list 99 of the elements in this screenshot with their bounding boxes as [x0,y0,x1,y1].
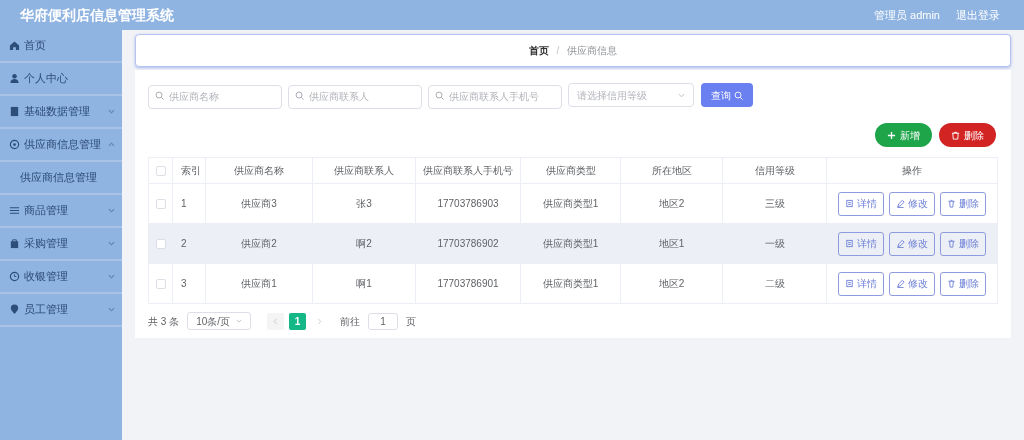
edit-button[interactable]: 修改 [889,191,935,216]
chevron-icon [236,319,243,323]
breadcrumb-separator: / [556,44,560,58]
search-field[interactable]: 供应商联系人 [288,84,422,109]
book-icon [9,106,20,117]
plus-icon [887,130,896,140]
search-field[interactable]: 供应商名称 [148,84,282,109]
previous-page-button[interactable] [267,312,285,330]
sidebar-item[interactable]: 首页 [0,30,122,63]
circle-icon [9,139,20,150]
table-row[interactable]: 3 供应商1 啊1 17703786901 供应商类型1 地区2 二级 详情 修改 删除 [148,263,998,304]
page-input[interactable]: 1 [368,312,399,330]
column-header: 所在地区 [620,157,723,184]
page-button[interactable]: 1 [289,312,307,330]
delete-button[interactable]: 删除 [939,123,996,147]
document-icon [845,239,854,248]
page-size-select[interactable]: 10条/页 [187,312,252,330]
trash-icon [947,239,956,248]
table-cell: 供应商3 [205,183,313,224]
sidebar-item[interactable]: 采购管理 [0,228,122,261]
delete-button[interactable]: 删除 [940,231,986,256]
table-cell: 3 [172,263,206,304]
table-cell: 供应商2 [205,223,313,264]
sidebar-subitem[interactable]: 供应商信息管理 [0,162,122,195]
chevron-icon [678,92,685,98]
table-cell: 地区1 [620,223,723,264]
document-icon [845,199,854,208]
table-cell: 2 [172,223,206,264]
page-suffix: 页 [406,314,417,329]
column-header: 信用等级 [722,157,827,184]
pencil-icon [896,279,905,288]
checkbox[interactable] [155,279,166,290]
delete-button[interactable]: 删除 [940,271,986,296]
table-cell: 供应商类型1 [520,223,621,264]
table-cell: 供应商类型1 [520,183,621,224]
bag-icon [9,238,20,249]
add-button[interactable]: 新增 [875,123,932,147]
user-label: 管理员 admin [873,7,940,23]
table-cell: 地区2 [620,183,723,224]
table-cell: 1 [172,183,206,224]
column-header: 操作 [826,157,998,184]
checkbox[interactable] [155,166,166,177]
sidebar-item[interactable]: 收银管理 [0,261,122,294]
table-row[interactable]: 2 供应商2 啊2 17703786902 供应商类型1 地区1 一级 详情 修改 删除 [148,223,998,264]
details-button[interactable]: 详情 [838,191,884,216]
chevron-left-icon [273,317,279,325]
edit-button[interactable]: 修改 [889,271,935,296]
goto-label: 前往 [340,314,361,329]
column-header: 供应商联系人 [312,157,416,184]
total-count: 共 3 条 [148,314,180,329]
search-icon [155,91,164,100]
column-header: 供应商类型 [520,157,621,184]
table-cell: 三级 [722,183,827,224]
column-header: 供应商名称 [205,157,313,184]
trash-icon [947,199,956,208]
sidebar-item[interactable]: 基础数据管理 [0,96,122,129]
details-button[interactable]: 详情 [838,231,884,256]
table-cell: 供应商类型1 [520,263,621,304]
sidebar-item[interactable]: 员工管理 [0,294,122,327]
delete-button[interactable]: 删除 [940,191,986,216]
sidebar-item[interactable]: 供应商信息管理 [0,129,122,162]
search-icon [435,91,444,100]
search-button[interactable]: 查询 [701,83,753,107]
table-row[interactable]: 1 供应商3 张3 17703786903 供应商类型1 地区2 三级 详情 修改 删除 [148,183,998,224]
details-button[interactable]: 详情 [838,271,884,296]
edit-button[interactable]: 修改 [889,231,935,256]
user-icon [9,73,20,84]
column-header: 供应商联系人手机号 [415,157,521,184]
search-icon [295,91,304,100]
pin-icon [9,304,20,315]
table-cell: 17703786903 [415,183,521,224]
table-cell: 张3 [312,183,416,224]
column-header: 索引 [172,157,206,184]
pencil-icon [896,199,905,208]
app-title: 华府便利店信息管理系统 [20,5,174,25]
document-icon [845,279,854,288]
search-field[interactable]: 供应商联系人手机号 [428,84,562,109]
table-cell: 17703786902 [415,223,521,264]
menu-icon [9,205,20,216]
sidebar-item[interactable]: 个人中心 [0,63,122,96]
trash-icon [951,130,960,140]
pencil-icon [896,239,905,248]
table-cell: 17703786901 [415,263,521,304]
table-cell: 二级 [722,263,827,304]
table-cell: 地区2 [620,263,723,304]
checkbox[interactable] [155,199,166,210]
clock-icon [9,271,20,282]
breadcrumb-item[interactable]: 首页 [528,43,549,58]
table-cell: 啊1 [312,263,416,304]
table-cell: 一级 [722,223,827,264]
table-cell: 啊2 [312,223,416,264]
checkbox[interactable] [155,239,166,250]
chevron-right-icon [317,317,323,325]
breadcrumb-item: 供应商信息 [567,44,618,58]
sidebar-item[interactable]: 商品管理 [0,195,122,228]
trash-icon [947,279,956,288]
table-cell: 供应商1 [205,263,313,304]
home-icon [9,40,20,51]
search-icon [734,90,743,100]
